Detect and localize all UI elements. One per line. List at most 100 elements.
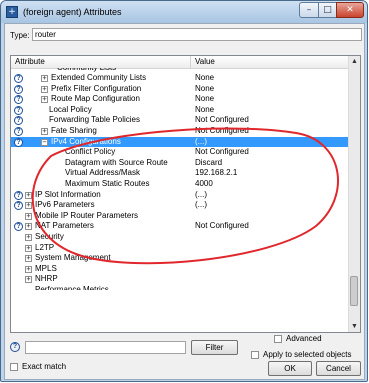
list-item[interactable]: + L2TP (11, 243, 349, 254)
row-label: Conflict Policy (65, 147, 116, 157)
close-button[interactable]: ✕ (336, 2, 364, 18)
row-value: 4000 (195, 178, 213, 188)
scroll-up-icon[interactable]: ▲ (349, 56, 360, 67)
row-label: Security (35, 231, 64, 241)
search-input[interactable] (25, 341, 186, 354)
minimize-button[interactable]: – (299, 2, 319, 18)
row-label: Extended Community Lists (51, 73, 147, 82)
row-label: Maximum Static Routes (65, 178, 150, 188)
expand-icon[interactable]: + (41, 85, 48, 93)
row-label: NAT Parameters (35, 221, 94, 231)
filter-button[interactable]: Filter (191, 340, 238, 355)
list-item[interactable]: ? + NAT Parameters Not Configured (11, 221, 349, 232)
list-item[interactable]: Conflict Policy Not Configured (11, 147, 349, 158)
expand-icon[interactable]: + (25, 223, 32, 231)
row-label: Performance Metrics (35, 284, 109, 290)
row-value: 192.168.2.1 (195, 168, 238, 178)
list-item[interactable]: ? + Prefix Filter Configuration None (11, 84, 349, 95)
row-label: L2TP (35, 242, 55, 252)
row-label: IPv6 Parameters (35, 200, 95, 210)
maximize-button[interactable]: □ (318, 2, 337, 18)
help-icon[interactable]: ? (14, 190, 23, 200)
row-label: Forwarding Table Policies (49, 115, 141, 125)
list-item[interactable]: ? + IPv6 Parameters (...) (11, 200, 349, 211)
cancel-button[interactable]: Cancel (316, 361, 361, 376)
row-value: Not Configured (195, 125, 249, 135)
title-bar[interactable]: + (foreign agent) Attributes – □ ✕ (1, 1, 367, 23)
scroll-down-icon[interactable]: ▼ (349, 321, 360, 332)
app-icon: + (6, 6, 18, 18)
help-icon[interactable]: ? (14, 95, 23, 105)
ok-button[interactable]: OK (268, 361, 312, 376)
help-icon[interactable]: ? (14, 137, 23, 147)
help-icon[interactable]: ? (14, 126, 23, 136)
list-item[interactable]: Datagram with Source Route Discard (11, 158, 349, 169)
list-item[interactable]: + Mobile IP Router Parameters (11, 211, 349, 222)
expand-icon[interactable]: + (25, 233, 32, 241)
exact-match-label: Exact match (22, 362, 67, 371)
help-icon[interactable]: ? (14, 201, 23, 211)
row-value: (...) (195, 200, 207, 210)
row-value: None (195, 83, 215, 93)
list-item[interactable]: ? + IP Slot Information (...) (11, 190, 349, 201)
list-item[interactable]: ? + Route Map Configuration None (11, 94, 349, 105)
list-item[interactable]: + System Management (11, 253, 349, 264)
list-item[interactable]: ? − IPv4 Configurations (...) (11, 136, 349, 148)
row-label: NHRP (35, 274, 58, 284)
list-item[interactable]: Performance Metrics (11, 285, 349, 290)
expand-icon[interactable]: + (25, 265, 32, 273)
advanced-checkbox[interactable] (274, 335, 282, 343)
list-item[interactable]: ? + Fate Sharing Not Configured (11, 126, 349, 137)
exact-match-checkbox[interactable] (10, 363, 18, 371)
list-item[interactable]: ? + Extended Community Lists None (11, 73, 349, 84)
apply-selected-label: Apply to selected objects (263, 350, 352, 359)
attributes-dialog: + (foreign agent) Attributes – □ ✕ Type:… (0, 0, 368, 382)
type-label: Type: (10, 31, 30, 40)
type-field[interactable]: router (32, 28, 362, 41)
expand-icon[interactable]: + (41, 75, 48, 82)
expand-icon[interactable]: + (25, 244, 32, 252)
list-item[interactable]: + NHRP (11, 274, 349, 285)
list-item[interactable]: Maximum Static Routes 4000 (11, 179, 349, 190)
scroll-thumb[interactable] (350, 276, 358, 306)
collapse-icon[interactable]: − (41, 138, 48, 146)
row-value: (...) (195, 136, 207, 146)
row-label: Mobile IP Router Parameters (35, 210, 139, 220)
window-title: (foreign agent) Attributes (23, 7, 122, 17)
help-icon[interactable]: ? (14, 105, 23, 115)
row-label: Fate Sharing (51, 125, 97, 135)
row-label: Virtual Address/Mask (65, 168, 140, 178)
expand-icon[interactable]: + (25, 202, 32, 210)
dialog-body: Type: router Attribute Value Community L… (4, 23, 365, 380)
row-label: IP Slot Information (35, 189, 101, 199)
advanced-label: Advanced (286, 334, 322, 343)
list-item[interactable]: + MPLS (11, 264, 349, 275)
list-item[interactable]: ? Forwarding Table Policies Not Configured (11, 115, 349, 126)
row-value: None (195, 104, 215, 114)
expand-icon[interactable]: + (25, 276, 32, 284)
list-item[interactable]: + Security (11, 232, 349, 243)
help-icon[interactable]: ? (14, 74, 23, 83)
help-icon[interactable]: ? (14, 84, 23, 94)
attribute-column-header[interactable]: Attribute (11, 56, 191, 68)
help-icon[interactable]: ? (10, 342, 20, 352)
row-label: IPv4 Configurations (51, 136, 121, 146)
row-label: MPLS (35, 263, 57, 273)
list-item[interactable]: ? Local Policy None (11, 105, 349, 116)
expand-icon[interactable]: + (41, 127, 48, 135)
apply-selected-checkbox[interactable] (251, 351, 259, 359)
list-item[interactable]: Virtual Address/Mask 192.168.2.1 (11, 168, 349, 179)
help-icon[interactable]: ? (14, 116, 23, 126)
row-label: Route Map Configuration (51, 94, 140, 104)
expand-icon[interactable]: + (25, 212, 32, 220)
attribute-rows: Community Lists?+Extended Community List… (11, 68, 349, 290)
row-value: Not Configured (195, 221, 249, 231)
expand-icon[interactable]: + (25, 255, 32, 263)
value-column-header[interactable]: Value (191, 56, 349, 68)
expand-icon[interactable]: + (25, 191, 32, 199)
row-value: (...) (195, 189, 207, 199)
expand-icon[interactable]: + (41, 96, 48, 104)
vertical-scrollbar[interactable]: ▲ ▼ (348, 56, 360, 332)
attribute-grid: Attribute Value Community Lists?+Extende… (10, 55, 361, 333)
help-icon[interactable]: ? (14, 222, 23, 232)
